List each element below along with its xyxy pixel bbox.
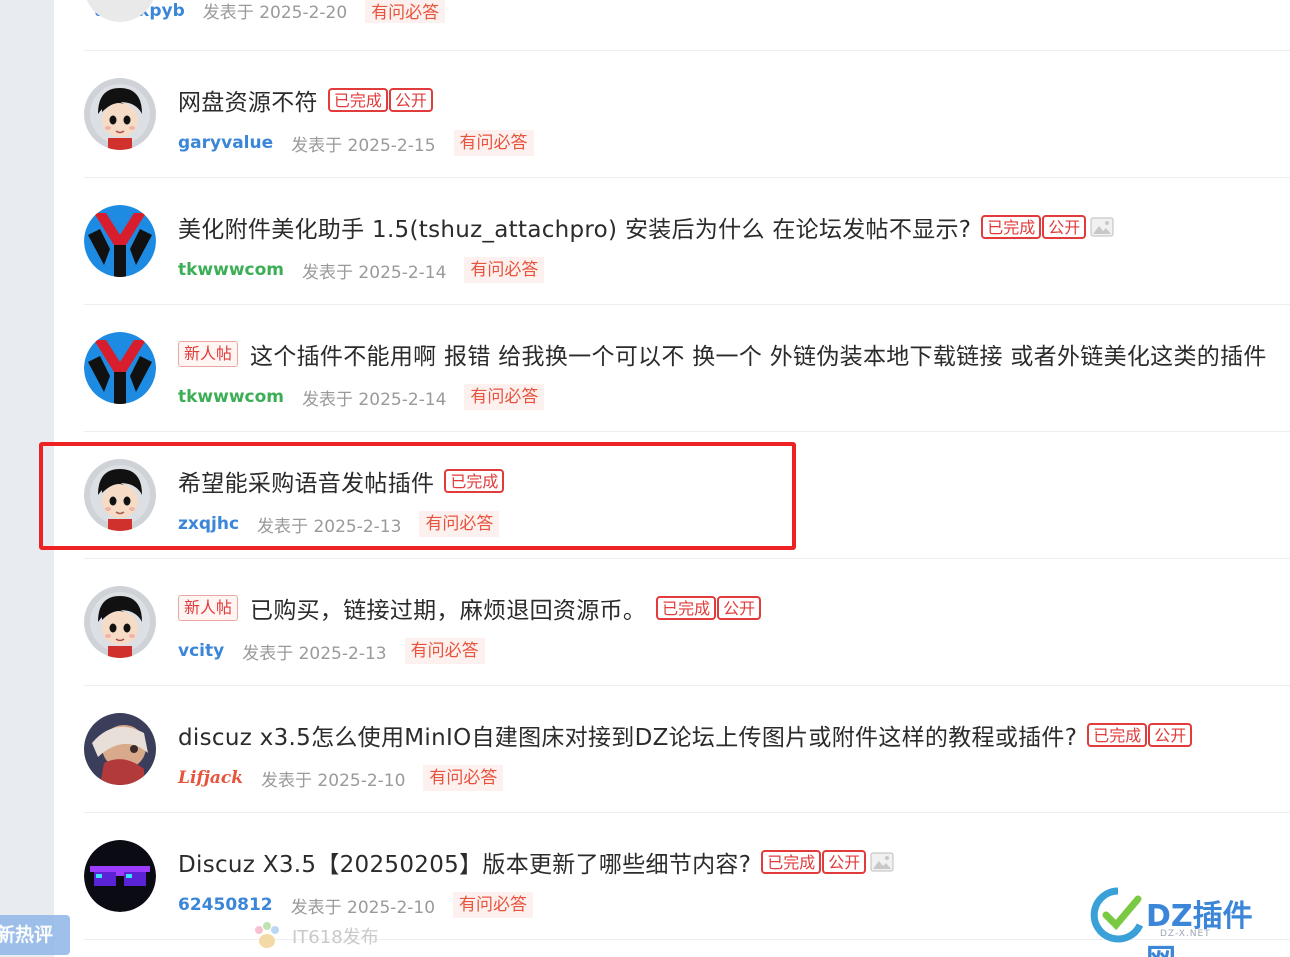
thread-title-line: Discuz X3.5【20250205】版本更新了哪些细节内容? 已完成 公开 bbox=[178, 846, 894, 878]
avatar[interactable] bbox=[84, 332, 156, 404]
category-link[interactable]: 有问必答 bbox=[464, 384, 545, 410]
it618-notice[interactable]: IT618发布 bbox=[250, 918, 379, 954]
avatar[interactable] bbox=[84, 840, 156, 912]
thread-title-link[interactable]: 已购买，链接过期，麻烦退回资源币。 bbox=[250, 591, 646, 625]
author-link[interactable]: vcity bbox=[178, 641, 224, 661]
post-date: 发表于 2025-2-15 bbox=[291, 135, 436, 156]
public-stamp: 公开 bbox=[822, 850, 867, 874]
completed-stamp: 已完成 bbox=[761, 850, 822, 874]
highlight-box bbox=[39, 442, 796, 550]
thread-title-line: 美化附件美化助手 1.5(tshuz_attachpro) 安装后为什么 在论坛… bbox=[178, 211, 1114, 243]
thread-meta: 62450812 发表于 2025-2-10 有问必答 bbox=[178, 892, 534, 918]
new-user-badge: 新人帖 bbox=[178, 341, 239, 367]
public-stamp: 公开 bbox=[1042, 215, 1087, 239]
hot-comments-button[interactable]: 新热评 bbox=[0, 915, 70, 955]
new-user-badge: 新人帖 bbox=[178, 595, 239, 621]
completed-stamp: 已完成 bbox=[656, 596, 717, 620]
thread-title-line: 新人帖 已购买，链接过期，麻烦退回资源币。 已完成 公开 bbox=[178, 591, 762, 625]
thread-row: discuz x3.5怎么使用MinIO自建图床对接到DZ论坛上传图片或附件这样… bbox=[84, 686, 1290, 813]
completed-stamp: 已完成 bbox=[327, 88, 388, 112]
thread-title-link[interactable]: 这个插件不能用啊 报错 给我换一个可以不 换一个 外链伪装本地下载链接 或者外链… bbox=[250, 337, 1267, 371]
thread-meta: Lifjack 发表于 2025-2-10 有问必答 bbox=[178, 765, 504, 791]
thread-title-link[interactable]: 美化附件美化助手 1.5(tshuz_attachpro) 安装后为什么 在论坛… bbox=[178, 210, 971, 244]
thread-row: 美化附件美化助手 1.5(tshuz_attachpro) 安装后为什么 在论坛… bbox=[84, 178, 1290, 305]
author-link[interactable]: garyvalue bbox=[178, 133, 273, 153]
avatar[interactable] bbox=[84, 713, 156, 785]
category-link[interactable]: 有问必答 bbox=[423, 765, 504, 791]
post-date: 发表于 2025-2-10 bbox=[261, 770, 406, 791]
thread-title-link[interactable]: discuz x3.5怎么使用MinIO自建图床对接到DZ论坛上传图片或附件这样… bbox=[178, 718, 1077, 752]
image-attachment-icon bbox=[870, 852, 894, 872]
avatar[interactable] bbox=[84, 205, 156, 277]
category-link[interactable]: 有问必答 bbox=[404, 638, 485, 664]
thread-row: 新人帖 这个插件不能用啊 报错 给我换一个可以不 换一个 外链伪装本地下载链接 或… bbox=[84, 305, 1290, 432]
partial-date: 发表于 2025-2-20 bbox=[202, 3, 348, 23]
thread-row: 网盘资源不符 已完成 公开 garyvalue 发表于 2025-2-15 有问必答 bbox=[84, 51, 1290, 178]
category-link[interactable]: 有问必答 bbox=[453, 892, 534, 918]
author-link[interactable]: 62450812 bbox=[178, 895, 273, 915]
author-link[interactable]: Lifjack bbox=[178, 768, 243, 788]
thread-title-link[interactable]: 网盘资源不符 bbox=[178, 83, 318, 117]
thread-title-link[interactable]: Discuz X3.5【20250205】版本更新了哪些细节内容? bbox=[178, 845, 751, 879]
thread-meta: garyvalue 发表于 2025-2-15 有问必答 bbox=[178, 130, 534, 156]
public-stamp: 公开 bbox=[717, 596, 762, 620]
category-link[interactable]: 有问必答 bbox=[464, 257, 545, 283]
thread-title-line: discuz x3.5怎么使用MinIO自建图床对接到DZ论坛上传图片或附件这样… bbox=[178, 718, 1193, 752]
post-date: 发表于 2025-2-10 bbox=[290, 897, 436, 918]
post-date: 发表于 2025-2-13 bbox=[242, 643, 387, 664]
it618-notice-text: IT618发布 bbox=[292, 927, 379, 948]
thread-meta: tkwwwcom 发表于 2025-2-14 有问必答 bbox=[178, 384, 545, 410]
post-date: 发表于 2025-2-14 bbox=[302, 389, 447, 410]
avatar[interactable] bbox=[84, 78, 156, 150]
thread-row: 新人帖 已购买，链接过期，麻烦退回资源币。 已完成 公开 vcity 发表于 2025-2… bbox=[84, 559, 1290, 686]
watermark-sub: DZ-X.NET bbox=[1160, 929, 1211, 939]
watermark-text: DZ插件网 bbox=[1146, 899, 1253, 957]
avatar[interactable] bbox=[84, 586, 156, 658]
dz-logo-icon bbox=[1090, 887, 1144, 943]
post-date: 发表于 2025-2-14 bbox=[302, 262, 447, 283]
image-attachment-icon bbox=[1090, 217, 1114, 237]
completed-stamp: 已完成 bbox=[1087, 723, 1148, 747]
author-link[interactable]: tkwwwcom bbox=[178, 260, 284, 280]
public-stamp: 公开 bbox=[388, 88, 433, 112]
thread-meta: tkwwwcom 发表于 2025-2-14 有问必答 bbox=[178, 257, 545, 283]
paw-icon bbox=[255, 922, 279, 948]
thread-title-line: 网盘资源不符 已完成 公开 bbox=[178, 84, 433, 116]
author-link[interactable]: tkwwwcom bbox=[178, 387, 284, 407]
thread-title-line: 新人帖 这个插件不能用啊 报错 给我换一个可以不 换一个 外链伪装本地下载链接 或… bbox=[178, 338, 1267, 370]
public-stamp: 公开 bbox=[1148, 723, 1193, 747]
partial-category[interactable]: 有问必答 bbox=[365, 0, 446, 23]
category-link[interactable]: 有问必答 bbox=[453, 130, 534, 156]
completed-stamp: 已完成 bbox=[981, 215, 1042, 239]
thread-meta: vcity 发表于 2025-2-13 有问必答 bbox=[178, 638, 485, 664]
dz-watermark: DZ插件网 DZ-X.NET bbox=[1088, 885, 1278, 957]
